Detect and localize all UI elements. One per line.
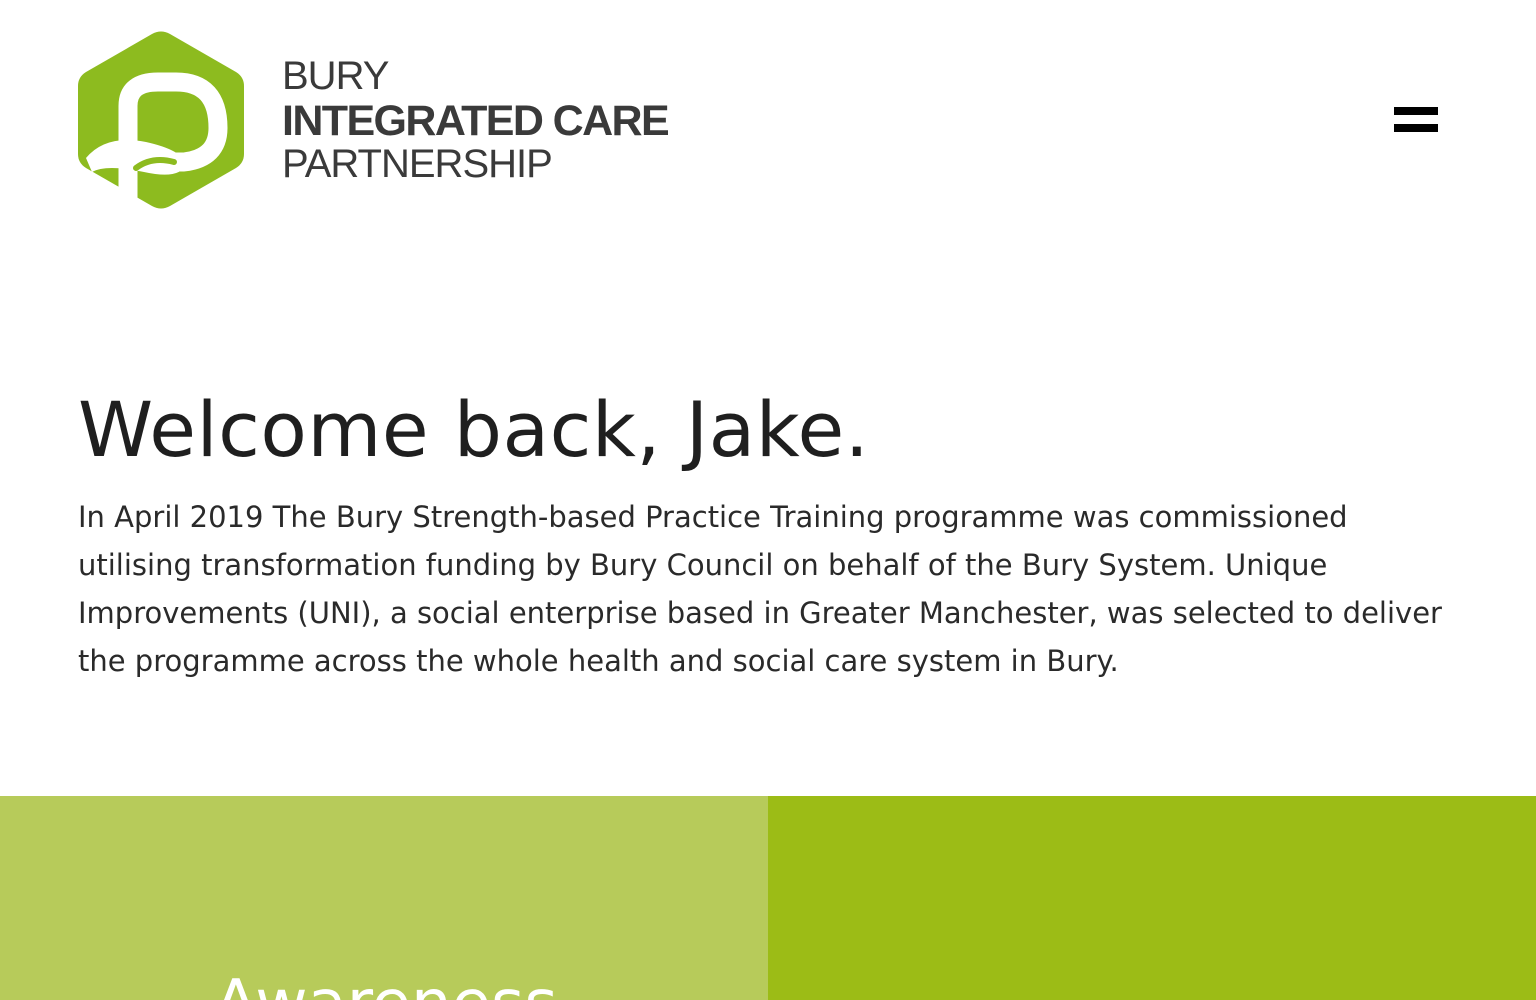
site-header: BURY INTEGRATED CARE PARTNERSHIP xyxy=(0,0,1536,240)
logo-wordmark: BURY INTEGRATED CARE PARTNERSHIP xyxy=(282,54,670,186)
hamburger-icon xyxy=(1394,107,1438,115)
logo-line-bury: BURY xyxy=(282,54,389,98)
logo-line-partnership: PARTNERSHIP xyxy=(282,142,553,186)
menu-toggle-button[interactable] xyxy=(1394,107,1438,133)
partnership-logo-icon xyxy=(78,31,244,210)
hamburger-icon-bar xyxy=(1394,124,1438,132)
secondary-panel[interactable] xyxy=(768,796,1536,1000)
awareness-panel[interactable]: Awareness xyxy=(0,796,768,1000)
awareness-heading: Awareness xyxy=(214,964,558,1000)
welcome-heading: Welcome back, Jake. xyxy=(78,385,870,474)
logo-line-integrated-care: INTEGRATED CARE xyxy=(282,97,670,145)
intro-paragraph: In April 2019 The Bury Strength-based Pr… xyxy=(78,500,1442,678)
